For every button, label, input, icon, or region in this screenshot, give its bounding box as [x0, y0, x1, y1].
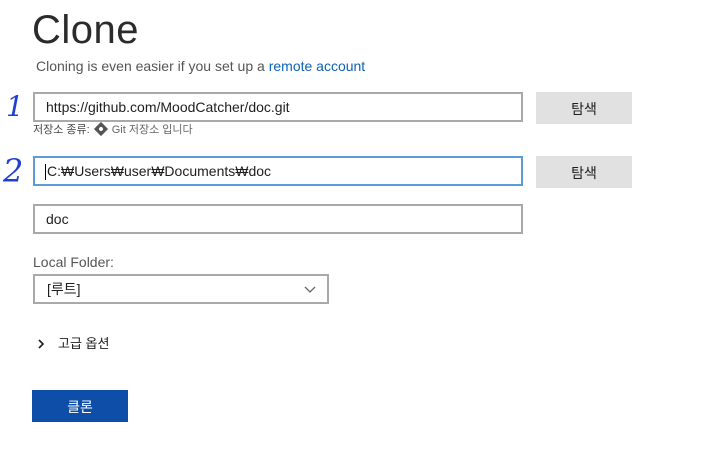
clone-page: Clone Cloning is even easier if you set … — [0, 0, 708, 458]
chevron-right-icon — [38, 339, 45, 349]
local-folder-value: [루트] — [47, 281, 81, 297]
local-path-value-wrap: C:₩Users₩user₩Documents₩doc — [35, 158, 521, 184]
local-path-input[interactable]: C:₩Users₩user₩Documents₩doc — [33, 156, 523, 186]
git-icon — [93, 121, 108, 137]
repo-name-input[interactable]: doc — [33, 204, 523, 234]
clone-button[interactable]: 클론 — [32, 390, 128, 422]
repo-type-label: 저장소 종류: — [33, 124, 90, 136]
local-path-value: C:₩Users₩user₩Documents₩doc — [47, 163, 272, 179]
advanced-options-toggle[interactable]: 고급 옵션 — [36, 336, 109, 352]
browse-path-button[interactable]: 탐색 — [536, 156, 632, 188]
local-folder-select[interactable]: [루트] — [33, 274, 329, 304]
subtitle: Cloning is even easier if you set up a r… — [36, 57, 365, 75]
chevron-down-icon — [304, 286, 316, 293]
repo-name-value: doc — [46, 211, 69, 227]
handwritten-mark-1: 1 — [6, 90, 24, 123]
text-caret — [45, 164, 46, 181]
repo-url-value: https://github.com/MoodCatcher/doc.git — [46, 99, 290, 115]
repo-type-info: 저장소 종류: Git 저장소 입니다 — [33, 121, 193, 137]
local-folder-label: Local Folder: — [33, 254, 114, 270]
page-title: Clone — [32, 8, 140, 52]
advanced-options-label: 고급 옵션 — [58, 336, 110, 351]
subtitle-text: Cloning is even easier if you set up a — [36, 58, 269, 74]
repo-url-input[interactable]: https://github.com/MoodCatcher/doc.git — [33, 92, 523, 122]
remote-account-link[interactable]: remote account — [269, 58, 366, 74]
repo-type-text: Git 저장소 입니다 — [111, 124, 193, 136]
browse-url-button[interactable]: 탐색 — [536, 92, 632, 124]
handwritten-mark-2: 2 — [3, 152, 24, 190]
